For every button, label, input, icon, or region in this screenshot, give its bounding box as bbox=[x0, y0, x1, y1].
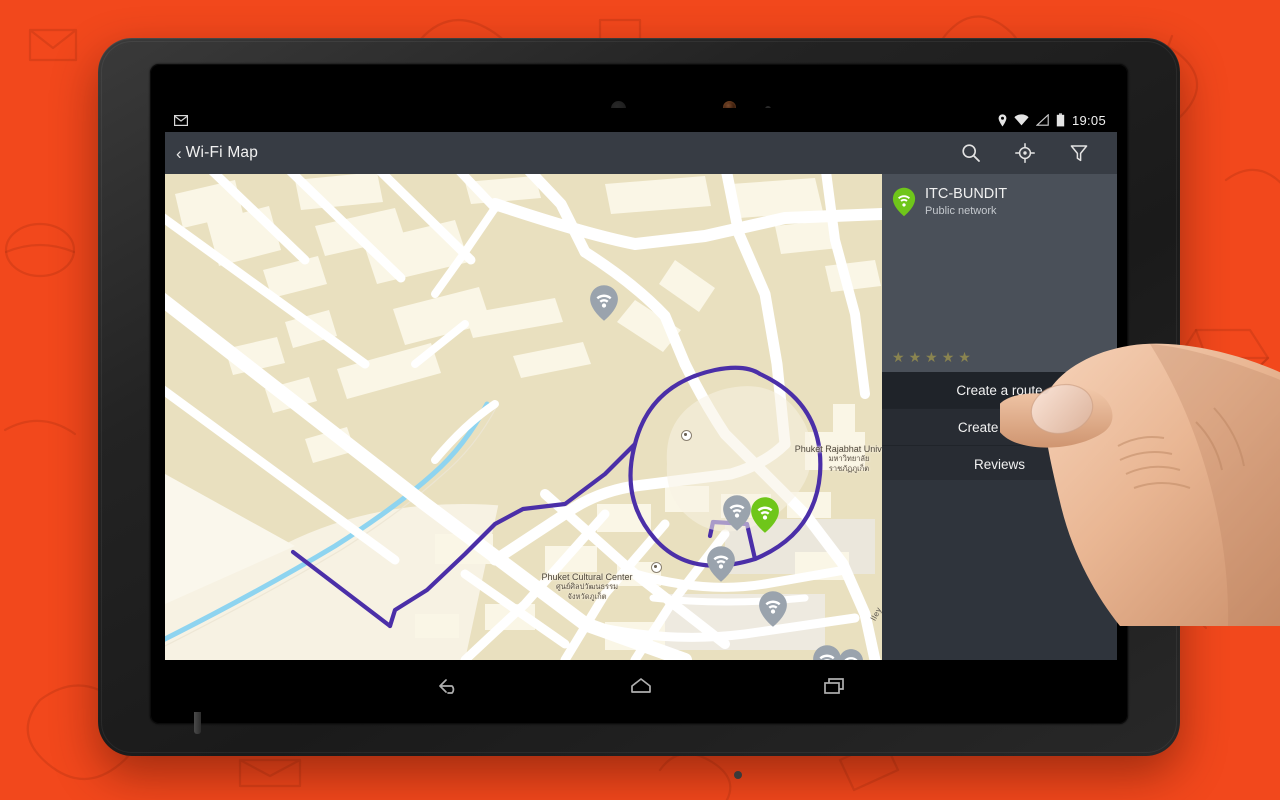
rating-stars[interactable]: ★ ★ ★ ★ ★ bbox=[892, 350, 971, 364]
recents-nav-button[interactable] bbox=[818, 669, 852, 703]
rating-star-1[interactable]: ★ bbox=[892, 350, 905, 364]
map-canvas[interactable]: Phuket Rajabhat University มหาวิทยาลัย ร… bbox=[165, 174, 882, 660]
wifi-pin-unknown[interactable] bbox=[758, 590, 788, 628]
network-name: ITC-BUNDIT bbox=[925, 186, 1008, 202]
action-bar-buttons bbox=[959, 141, 1117, 165]
wifi-pin-unknown[interactable] bbox=[722, 494, 752, 532]
battery-icon bbox=[1056, 113, 1065, 127]
cell-signal-icon bbox=[1035, 114, 1049, 126]
rating-star-4[interactable]: ★ bbox=[942, 350, 955, 364]
network-details-panel: ITC-BUNDIT Public network ★ ★ ★ ★ ★ Create a… bbox=[882, 174, 1117, 660]
panel-action-list: Create a route Create review Reviews bbox=[882, 372, 1117, 483]
wifi-icon bbox=[1014, 114, 1029, 126]
status-bar-notifications bbox=[165, 114, 998, 126]
wifi-pin-selected[interactable] bbox=[750, 496, 780, 534]
status-bar: 19:05 bbox=[165, 108, 1117, 132]
panel-content-area bbox=[882, 480, 1117, 660]
home-nav-button[interactable] bbox=[624, 669, 658, 703]
microphone-icon bbox=[734, 771, 742, 779]
filter-icon[interactable] bbox=[1067, 141, 1091, 165]
status-bar-clock: 19:05 bbox=[1071, 112, 1106, 128]
back-nav-button[interactable] bbox=[430, 669, 464, 703]
panel-action-reviews[interactable]: Reviews bbox=[882, 446, 1117, 483]
rating-star-3[interactable]: ★ bbox=[925, 350, 938, 364]
rating-star-5[interactable]: ★ bbox=[958, 350, 971, 364]
panel-action-create-review[interactable]: Create review bbox=[882, 409, 1117, 446]
locate-me-icon[interactable] bbox=[1013, 141, 1037, 165]
network-header: ITC-BUNDIT Public network bbox=[882, 174, 1117, 217]
back-chevron-icon[interactable]: ‹ bbox=[165, 145, 186, 162]
search-icon[interactable] bbox=[959, 141, 983, 165]
network-type: Public network bbox=[925, 205, 997, 217]
wifi-pin-icon bbox=[892, 186, 916, 217]
device-screen: 19:05 ‹ Wi-Fi Map Phuket Rajabhat Univ ม… bbox=[165, 108, 1117, 660]
poi-marker-university bbox=[681, 430, 692, 441]
location-pin-icon bbox=[998, 113, 1007, 127]
status-bar-system-icons: 19:05 bbox=[998, 113, 1117, 128]
wifi-pin-unknown[interactable] bbox=[589, 284, 619, 322]
wifi-pin-unknown[interactable] bbox=[838, 648, 864, 660]
action-bar: ‹ Wi-Fi Map bbox=[165, 132, 1117, 174]
rating-star-2[interactable]: ★ bbox=[909, 350, 922, 364]
page-title: Wi-Fi Map bbox=[185, 144, 259, 161]
android-navigation-bar bbox=[165, 660, 1117, 712]
poi-marker-cultural-center bbox=[651, 562, 662, 573]
panel-action-create-route[interactable]: Create a route bbox=[882, 372, 1117, 409]
mail-icon bbox=[174, 114, 188, 126]
wifi-pin-unknown[interactable] bbox=[706, 545, 736, 583]
map-route-overlay bbox=[290, 549, 393, 629]
